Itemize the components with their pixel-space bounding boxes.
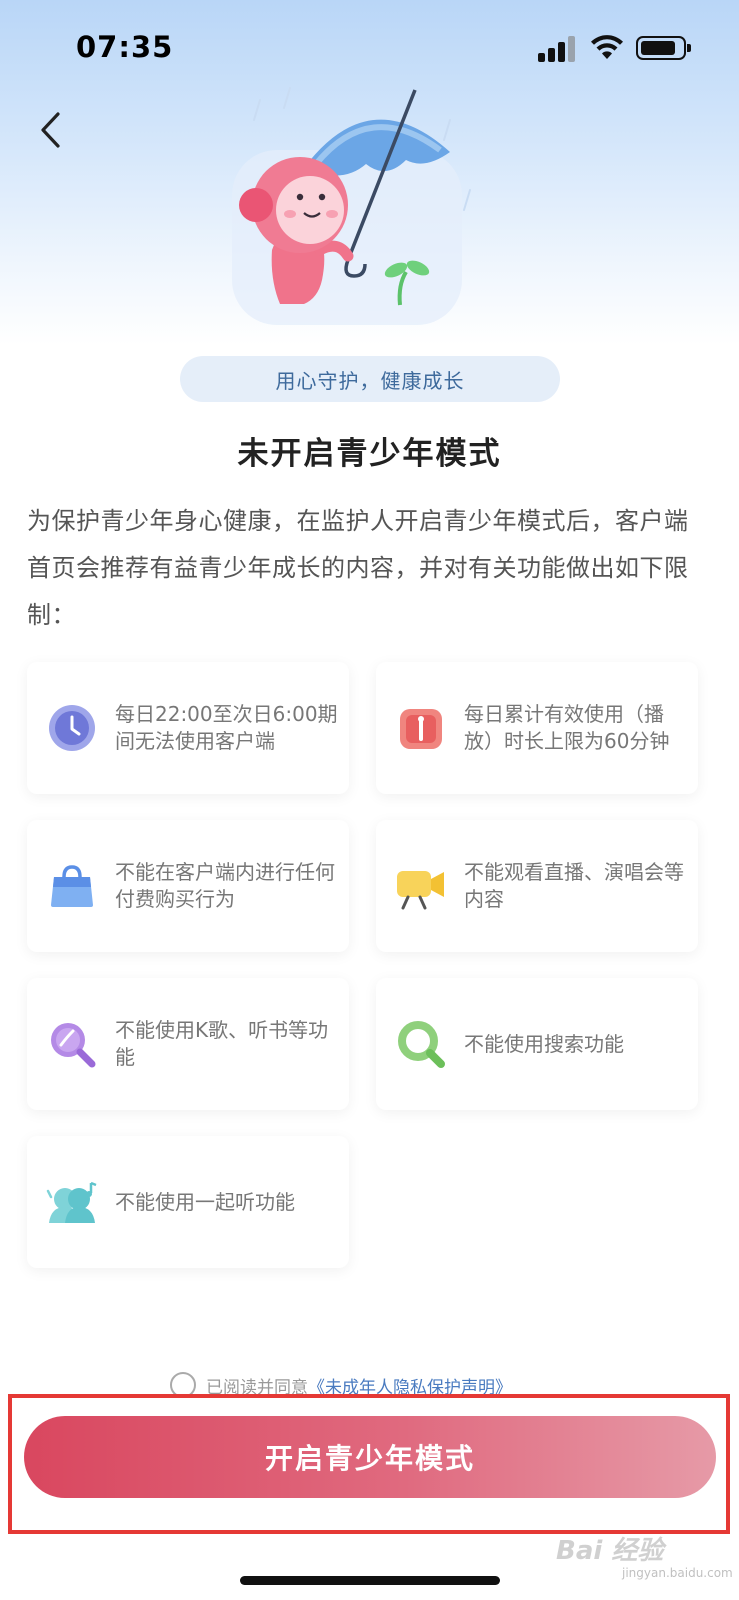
description-text: 为保护青少年身心健康，在监护人开启青少年模式后，客户端首页会推荐有益青少年成长的… bbox=[27, 507, 689, 629]
restriction-card-no-karaoke: 不能使用K歌、听书等功能 bbox=[27, 978, 349, 1110]
back-button[interactable] bbox=[28, 105, 72, 155]
watermark-logo: Bai 经验 bbox=[556, 1536, 664, 1566]
enable-youth-mode-button[interactable]: 开启青少年模式 bbox=[24, 1416, 716, 1498]
battery-icon bbox=[636, 36, 691, 60]
mascot-umbrella-illustration bbox=[232, 87, 471, 325]
restriction-text: 每日累计有效使用（播放）时长上限为60分钟 bbox=[464, 702, 670, 753]
status-bar: 07:35 bbox=[0, 0, 739, 90]
shopping-bag-icon bbox=[45, 859, 99, 913]
watermark-url: jingyan.baidu.com bbox=[622, 1566, 733, 1580]
timer-limit-icon bbox=[394, 701, 448, 755]
wifi-icon bbox=[591, 35, 623, 59]
restriction-card-curfew: 每日22:00至次日6:00期间无法使用客户端 bbox=[27, 662, 349, 794]
restriction-card-time-limit: 每日累计有效使用（播放）时长上限为60分钟 bbox=[376, 662, 698, 794]
slogan-pill: 用心守护，健康成长 bbox=[180, 356, 560, 402]
status-time: 07:35 bbox=[76, 30, 174, 64]
page-title: 未开启青少年模式 bbox=[237, 436, 502, 472]
restriction-card-no-listen-together: 不能使用一起听功能 bbox=[27, 1136, 349, 1268]
restriction-text: 每日22:00至次日6:00期间无法使用客户端 bbox=[115, 702, 338, 753]
clock-icon bbox=[45, 701, 99, 755]
cellular-signal-icon bbox=[538, 36, 580, 62]
restriction-text: 不能观看直播、演唱会等内容 bbox=[464, 860, 684, 911]
video-camera-icon bbox=[394, 859, 448, 913]
home-indicator[interactable] bbox=[240, 1576, 500, 1585]
restriction-text: 不能使用搜索功能 bbox=[464, 1031, 624, 1056]
search-icon bbox=[394, 1017, 448, 1071]
microphone-icon bbox=[45, 1017, 99, 1071]
restriction-card-no-purchase: 不能在客户端内进行任何付费购买行为 bbox=[27, 820, 349, 952]
chevron-left-icon bbox=[41, 112, 60, 148]
listen-together-icon bbox=[45, 1175, 99, 1229]
restriction-card-no-search: 不能使用搜索功能 bbox=[376, 978, 698, 1110]
restriction-text: 不能在客户端内进行任何付费购买行为 bbox=[115, 860, 335, 911]
restriction-text: 不能使用K歌、听书等功能 bbox=[115, 1018, 329, 1069]
restriction-text: 不能使用一起听功能 bbox=[115, 1189, 295, 1214]
restriction-card-no-live: 不能观看直播、演唱会等内容 bbox=[376, 820, 698, 952]
